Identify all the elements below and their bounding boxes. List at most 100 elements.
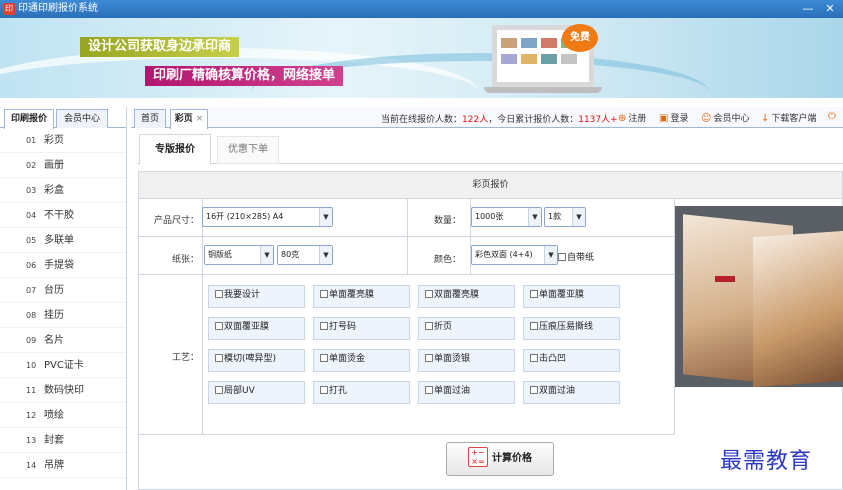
power-button[interactable]: ⏻ (828, 111, 838, 122)
craft-option[interactable]: 单面覆亮膜 (313, 285, 410, 308)
size-select[interactable]: 16开 (210×285) A4 ▼ (202, 207, 333, 227)
craft-option[interactable]: 双面过油 (523, 381, 620, 404)
craft-checkbox[interactable] (425, 385, 433, 394)
craft-checkbox[interactable] (530, 289, 538, 298)
self-paper-option[interactable]: 自带纸 (558, 250, 594, 263)
login-button[interactable]: ▣ 登录 (659, 111, 688, 124)
chevron-down-icon: ▼ (572, 208, 585, 226)
sidebar-item[interactable]: 09 名片 (0, 328, 126, 353)
craft-option[interactable]: 局部UV (208, 381, 305, 404)
craft-option[interactable]: 打孔 (313, 381, 410, 404)
brochure-right-panel (753, 230, 843, 387)
sidebar-item[interactable]: 05 多联单 (0, 228, 126, 253)
today-count: 1137人 (578, 115, 611, 125)
download-client-button[interactable]: ↓ 下载客户端 (761, 111, 816, 124)
craft-checkbox[interactable] (320, 353, 328, 362)
sidebar-item-label: 吊牌 (44, 460, 64, 471)
craft-checkbox[interactable] (425, 353, 433, 362)
sidebar-item[interactable]: 13 封套 (0, 428, 126, 453)
tab-discount-order[interactable]: 优惠下单 (217, 136, 279, 164)
color-select[interactable]: 彩色双面 (4+4) ▼ (471, 245, 558, 265)
craft-option[interactable]: 单面覆亚膜 (523, 285, 620, 308)
sidebar-item-label: 封套 (44, 435, 64, 446)
craft-checkbox[interactable] (320, 321, 328, 330)
tab-member-center[interactable]: 会员中心 (56, 109, 108, 128)
sidebar-item[interactable]: 14 吊牌 (0, 453, 126, 478)
craft-option[interactable]: 击凸凹 (523, 349, 620, 372)
window-title: 印通印刷报价系统 (18, 3, 98, 14)
craft-checkbox[interactable] (215, 289, 223, 298)
sidebar-item[interactable]: 02 画册 (0, 153, 126, 178)
craft-option-label: 单面烫金 (329, 354, 366, 364)
craft-option-label: 双面过油 (539, 386, 576, 396)
paper-value: 铜版纸 (208, 250, 232, 259)
craft-checkbox[interactable] (425, 289, 433, 298)
craft-checkbox[interactable] (215, 321, 223, 330)
sidebar-item-label: 多联单 (44, 235, 74, 246)
calculate-price-button[interactable]: +− ×= 计算价格 (446, 442, 554, 476)
quantity-select[interactable]: 1000张 ▼ (471, 207, 542, 227)
close-button[interactable]: ✕ (822, 2, 838, 16)
craft-option-label: 模切(啤异型) (224, 354, 277, 364)
promo-banner[interactable]: 设计公司获取身边承印商 印刷厂精确核算价格，网络接单 免费 (0, 18, 843, 98)
sidebar-item-label: 挂历 (44, 310, 64, 321)
craft-option[interactable]: 模切(啤异型) (208, 349, 305, 372)
watermark: 最需教育 (720, 449, 813, 474)
download-client-label: 下载客户端 (771, 114, 817, 124)
craft-checkbox[interactable] (425, 321, 433, 330)
craft-checkbox[interactable] (530, 353, 538, 362)
self-paper-checkbox[interactable] (558, 252, 566, 261)
download-icon: ↓ (761, 113, 770, 124)
register-icon: ⊕ (618, 113, 627, 124)
minimize-button[interactable]: — (800, 2, 816, 16)
craft-option-label: 单面覆亚膜 (539, 290, 585, 300)
tab-special-quote[interactable]: 专版报价 (139, 134, 211, 165)
craft-option[interactable]: 单面烫银 (418, 349, 515, 372)
register-label: 注册 (628, 114, 647, 124)
sidebar-item[interactable]: 03 彩盒 (0, 178, 126, 203)
chevron-down-icon: ▼ (319, 208, 332, 226)
craft-option[interactable]: 双面覆亚膜 (208, 317, 305, 340)
craft-checkbox[interactable] (215, 353, 223, 362)
login-icon: ▣ (659, 113, 669, 124)
weight-select[interactable]: 80克 ▼ (277, 245, 333, 265)
paper-select[interactable]: 铜版纸 ▼ (204, 245, 274, 265)
tab-print-quote[interactable]: 印刷报价 (4, 109, 54, 129)
register-button[interactable]: ⊕ 注册 (618, 111, 646, 124)
tab-close-icon[interactable]: × (196, 114, 204, 124)
craft-option[interactable]: 压痕压易撕线 (523, 317, 620, 340)
sidebar-item[interactable]: 07 台历 (0, 278, 126, 303)
sidebar-item[interactable]: 11 数码快印 (0, 378, 126, 403)
craft-checkbox[interactable] (320, 289, 328, 298)
craft-option[interactable]: 打号码 (313, 317, 410, 340)
sidebar-item-label: 彩页 (44, 135, 64, 146)
craft-checkbox[interactable] (320, 385, 328, 394)
tab-flyer[interactable]: 彩页 × (170, 109, 208, 129)
sidebar-item-number: 13 (26, 436, 37, 445)
sidebar-item[interactable]: 12 喷绘 (0, 403, 126, 428)
craft-option[interactable]: 双面覆亮膜 (418, 285, 515, 308)
calculate-price-label: 计算价格 (492, 453, 532, 464)
craft-checkbox[interactable] (530, 385, 538, 394)
sidebar-item-number: 05 (26, 236, 37, 245)
sidebar-item[interactable]: 06 手提袋 (0, 253, 126, 278)
craft-option[interactable]: 我要设计 (208, 285, 305, 308)
sidebar-item[interactable]: 10 PVC证卡 (0, 353, 126, 378)
sidebar-item-number: 04 (26, 211, 37, 220)
craft-option[interactable]: 单面烫金 (313, 349, 410, 372)
member-center-button[interactable]: ☺ 会员中心 (701, 111, 749, 124)
sidebar-item-number: 07 (26, 286, 37, 295)
color-label: 颜色： (433, 255, 461, 265)
tab-home[interactable]: 首页 (134, 109, 166, 128)
chevron-down-icon: ▼ (319, 246, 332, 264)
sidebar-item[interactable]: 04 不干胶 (0, 203, 126, 228)
sidebar-item[interactable]: 08 挂历 (0, 303, 126, 328)
craft-checkbox[interactable] (215, 385, 223, 394)
kinds-select[interactable]: 1款 ▼ (544, 207, 586, 227)
sidebar-item[interactable]: 01 彩页 (0, 128, 126, 153)
sidebar-item-number: 06 (26, 261, 37, 270)
craft-checkbox[interactable] (530, 321, 538, 330)
craft-option[interactable]: 折页 (418, 317, 515, 340)
craft-option[interactable]: 单面过油 (418, 381, 515, 404)
user-icon: ☺ (701, 113, 712, 124)
